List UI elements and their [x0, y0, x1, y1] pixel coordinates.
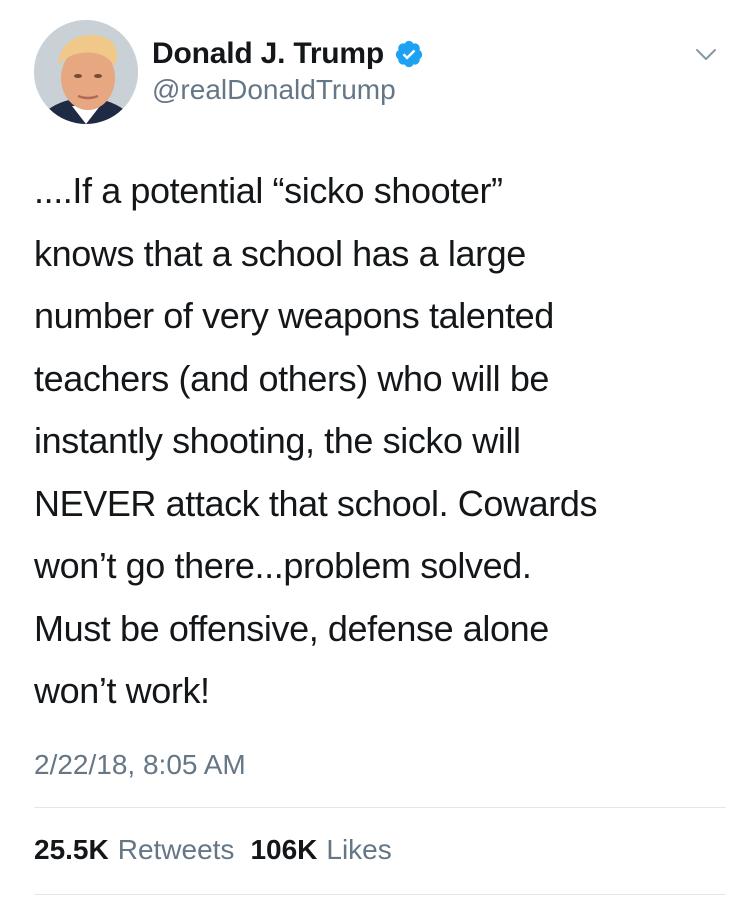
tweet-text: ....If a potential “sicko shooter” knows…: [34, 170, 598, 711]
likes-label: Likes: [326, 834, 392, 865]
likes-stat[interactable]: 106K Likes: [250, 834, 391, 866]
author-name-row: Donald J. Trump: [152, 36, 424, 72]
likes-count: 106K: [250, 834, 318, 865]
retweets-count: 25.5K: [34, 834, 109, 865]
author-display-name[interactable]: Donald J. Trump: [152, 37, 384, 71]
tweet-header: Donald J. Trump @realDonaldTrump: [34, 20, 716, 124]
retweets-label: Retweets: [117, 834, 235, 865]
tweet-stats: 25.5K Retweets 106K Likes: [34, 834, 392, 866]
retweets-stat[interactable]: 25.5K Retweets: [34, 834, 234, 866]
tweet-timestamp[interactable]: 2/22/18, 8:05 AM: [34, 749, 246, 781]
avatar[interactable]: [34, 20, 138, 124]
divider: [34, 807, 726, 808]
author-handle[interactable]: @realDonaldTrump: [152, 74, 396, 106]
tweet-card: Donald J. Trump @realDonaldTrump ....If …: [0, 0, 736, 899]
chevron-down-icon[interactable]: [692, 40, 720, 68]
verified-badge-icon: [394, 39, 424, 69]
divider: [34, 894, 726, 895]
avatar-portrait: [34, 20, 138, 124]
